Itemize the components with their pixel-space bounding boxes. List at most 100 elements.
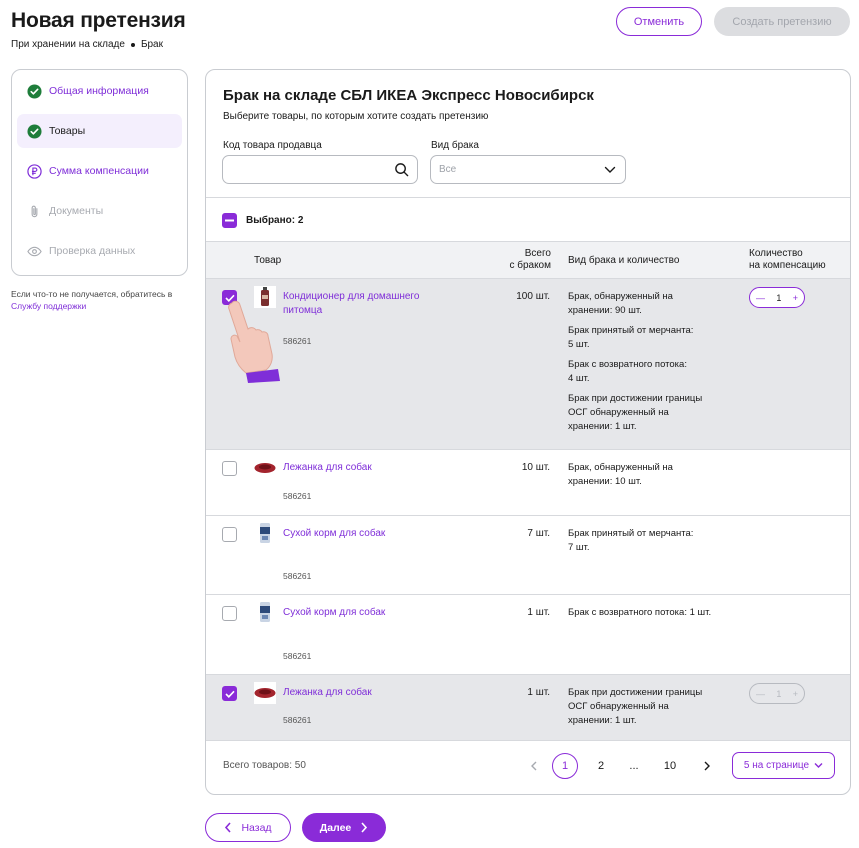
selected-count: Выбрано: 2 xyxy=(246,215,304,226)
defect-type-value: Все xyxy=(439,164,457,175)
page-ellipsis: ... xyxy=(629,760,639,772)
search-input[interactable] xyxy=(222,155,418,184)
compensation-stepper[interactable]: — 1 + xyxy=(749,287,805,308)
breadcrumb-separator xyxy=(130,42,135,47)
next-button[interactable]: Далее xyxy=(302,813,386,842)
defect-breakdown: Брак, обнаруженный на хранении: 90 шт. Б… xyxy=(568,291,703,432)
total-defect-qty: 1 шт. xyxy=(527,687,550,698)
page-2[interactable]: 2 xyxy=(588,753,614,779)
table-row[interactable]: Сухой корм для собак 586261 1 шт. Брак с… xyxy=(206,595,850,675)
product-name-link[interactable]: Лежанка для собак xyxy=(283,461,372,475)
defect-breakdown: Брак, обнаруженный на хранении: 10 шт. xyxy=(568,462,673,487)
breadcrumb: При хранении на складе Брак xyxy=(11,39,163,50)
product-sku: 586261 xyxy=(283,336,312,346)
step-compensation[interactable]: Сумма компенсации xyxy=(17,154,182,188)
select-all-checkbox[interactable] xyxy=(222,213,237,228)
col-defect: Вид брака и количество xyxy=(568,255,680,266)
defect-type-select[interactable]: Все xyxy=(430,155,626,184)
breadcrumb-storage: При хранении на складе xyxy=(11,39,125,50)
total-defect-qty: 1 шт. xyxy=(527,607,550,618)
card-subtitle: Выберите товары, по которым хотите созда… xyxy=(223,111,489,122)
step-label: Товары xyxy=(49,125,86,137)
table-row[interactable]: Кондиционер для домашнего питомца 586261… xyxy=(206,279,850,450)
eye-icon xyxy=(27,244,42,259)
paperclip-icon xyxy=(27,204,42,219)
product-image xyxy=(254,522,276,544)
step-label: Проверка данных xyxy=(49,245,136,257)
product-sku: 586261 xyxy=(283,491,312,501)
product-image xyxy=(254,457,276,479)
chevron-left-icon xyxy=(225,822,232,833)
page-1[interactable]: 1 xyxy=(552,753,578,779)
create-claim-button[interactable]: Создать претензию xyxy=(714,7,850,36)
ruble-icon xyxy=(27,163,42,179)
defect-breakdown: Брак с возвратного потока: 1 шт. xyxy=(568,607,712,618)
divider xyxy=(206,197,850,198)
col-total: Всего с браком xyxy=(509,248,551,271)
col-product: Товар xyxy=(254,255,282,266)
product-name-link[interactable]: Сухой корм для собак xyxy=(283,606,385,620)
step-documents[interactable]: Документы xyxy=(17,194,182,228)
minus-icon xyxy=(225,219,234,222)
help-text: Если что-то не получается, обратитесь в … xyxy=(11,289,173,311)
products-card: Брак на складе СБЛ ИКЕА Экспресс Новосиб… xyxy=(205,69,851,795)
product-image xyxy=(254,682,276,704)
page-title: Новая претензия xyxy=(11,9,186,32)
defect-breakdown: Брак принятый от мерчанта: 7 шт. xyxy=(568,528,694,553)
compensation-stepper[interactable]: — 1 + xyxy=(749,683,805,704)
table-row[interactable]: Лежанка для собак 586261 10 шт. Брак, об… xyxy=(206,450,850,516)
support-link[interactable]: Службу поддержки xyxy=(11,301,86,311)
pointing-hand-icon xyxy=(224,297,284,383)
col-compensation: Количество на компенсацию xyxy=(749,248,826,271)
search-icon[interactable] xyxy=(394,162,409,177)
page-10[interactable]: 10 xyxy=(657,753,683,779)
step-review[interactable]: Проверка данных xyxy=(17,234,182,268)
row-checkbox[interactable] xyxy=(222,527,237,542)
product-sku: 586261 xyxy=(283,715,312,725)
table-row[interactable]: Лежанка для собак 586261 1 шт. Брак при … xyxy=(206,675,850,741)
step-label: Общая информация xyxy=(49,85,149,97)
row-checkbox[interactable] xyxy=(222,686,237,701)
minus-icon[interactable]: — xyxy=(756,293,765,303)
card-title: Брак на складе СБЛ ИКЕА Экспресс Новосиб… xyxy=(223,87,594,104)
prev-page-icon[interactable] xyxy=(521,753,547,779)
plus-icon[interactable]: + xyxy=(793,293,798,303)
check-icon xyxy=(224,690,235,698)
product-name-link[interactable]: Сухой корм для собак xyxy=(283,527,385,541)
table-row[interactable]: Сухой корм для собак 586261 7 шт. Брак п… xyxy=(206,516,850,595)
product-sku: 586261 xyxy=(283,571,312,581)
stepper-value: 1 xyxy=(776,292,782,303)
row-checkbox[interactable] xyxy=(222,461,237,476)
breadcrumb-defect: Брак xyxy=(140,39,163,50)
chevron-down-icon xyxy=(604,165,616,175)
product-sku: 586261 xyxy=(283,651,312,661)
plus-icon[interactable]: + xyxy=(793,689,798,699)
product-image xyxy=(254,601,276,623)
product-name-link[interactable]: Кондиционер для домашнего питомца xyxy=(283,290,419,318)
product-name-link[interactable]: Лежанка для собак xyxy=(283,686,372,700)
cancel-button[interactable]: Отменить xyxy=(616,7,702,36)
check-circle-icon xyxy=(27,123,42,139)
defect-type-label: Вид брака xyxy=(431,140,479,151)
total-defect-qty: 7 шт. xyxy=(527,528,550,539)
next-page-icon[interactable] xyxy=(694,753,720,779)
defect-breakdown: Брак при достижении границы ОСГ обнаруже… xyxy=(568,687,703,726)
stepper-value: 1 xyxy=(776,688,782,699)
total-defect-qty: 10 шт. xyxy=(521,462,550,473)
steps-nav: Общая информация Товары Сумма компенсаци… xyxy=(11,69,188,276)
row-checkbox[interactable] xyxy=(222,606,237,621)
back-button[interactable]: Назад xyxy=(205,813,291,842)
total-defect-qty: 100 шт. xyxy=(516,291,550,302)
table-header: Товар Всего с браком Вид брака и количес… xyxy=(206,241,850,279)
minus-icon[interactable]: — xyxy=(756,689,765,699)
step-general-info[interactable]: Общая информация xyxy=(17,74,182,108)
step-label: Документы xyxy=(49,205,104,217)
check-circle-icon xyxy=(27,83,42,99)
total-products: Всего товаров: 50 xyxy=(223,760,306,771)
chevron-right-icon xyxy=(361,822,368,833)
search-label: Код товара продавца xyxy=(223,140,322,151)
step-products[interactable]: Товары xyxy=(17,114,182,148)
chevron-down-icon xyxy=(814,763,823,768)
step-label: Сумма компенсации xyxy=(49,165,149,177)
per-page-select[interactable]: 5 на странице xyxy=(732,752,835,779)
